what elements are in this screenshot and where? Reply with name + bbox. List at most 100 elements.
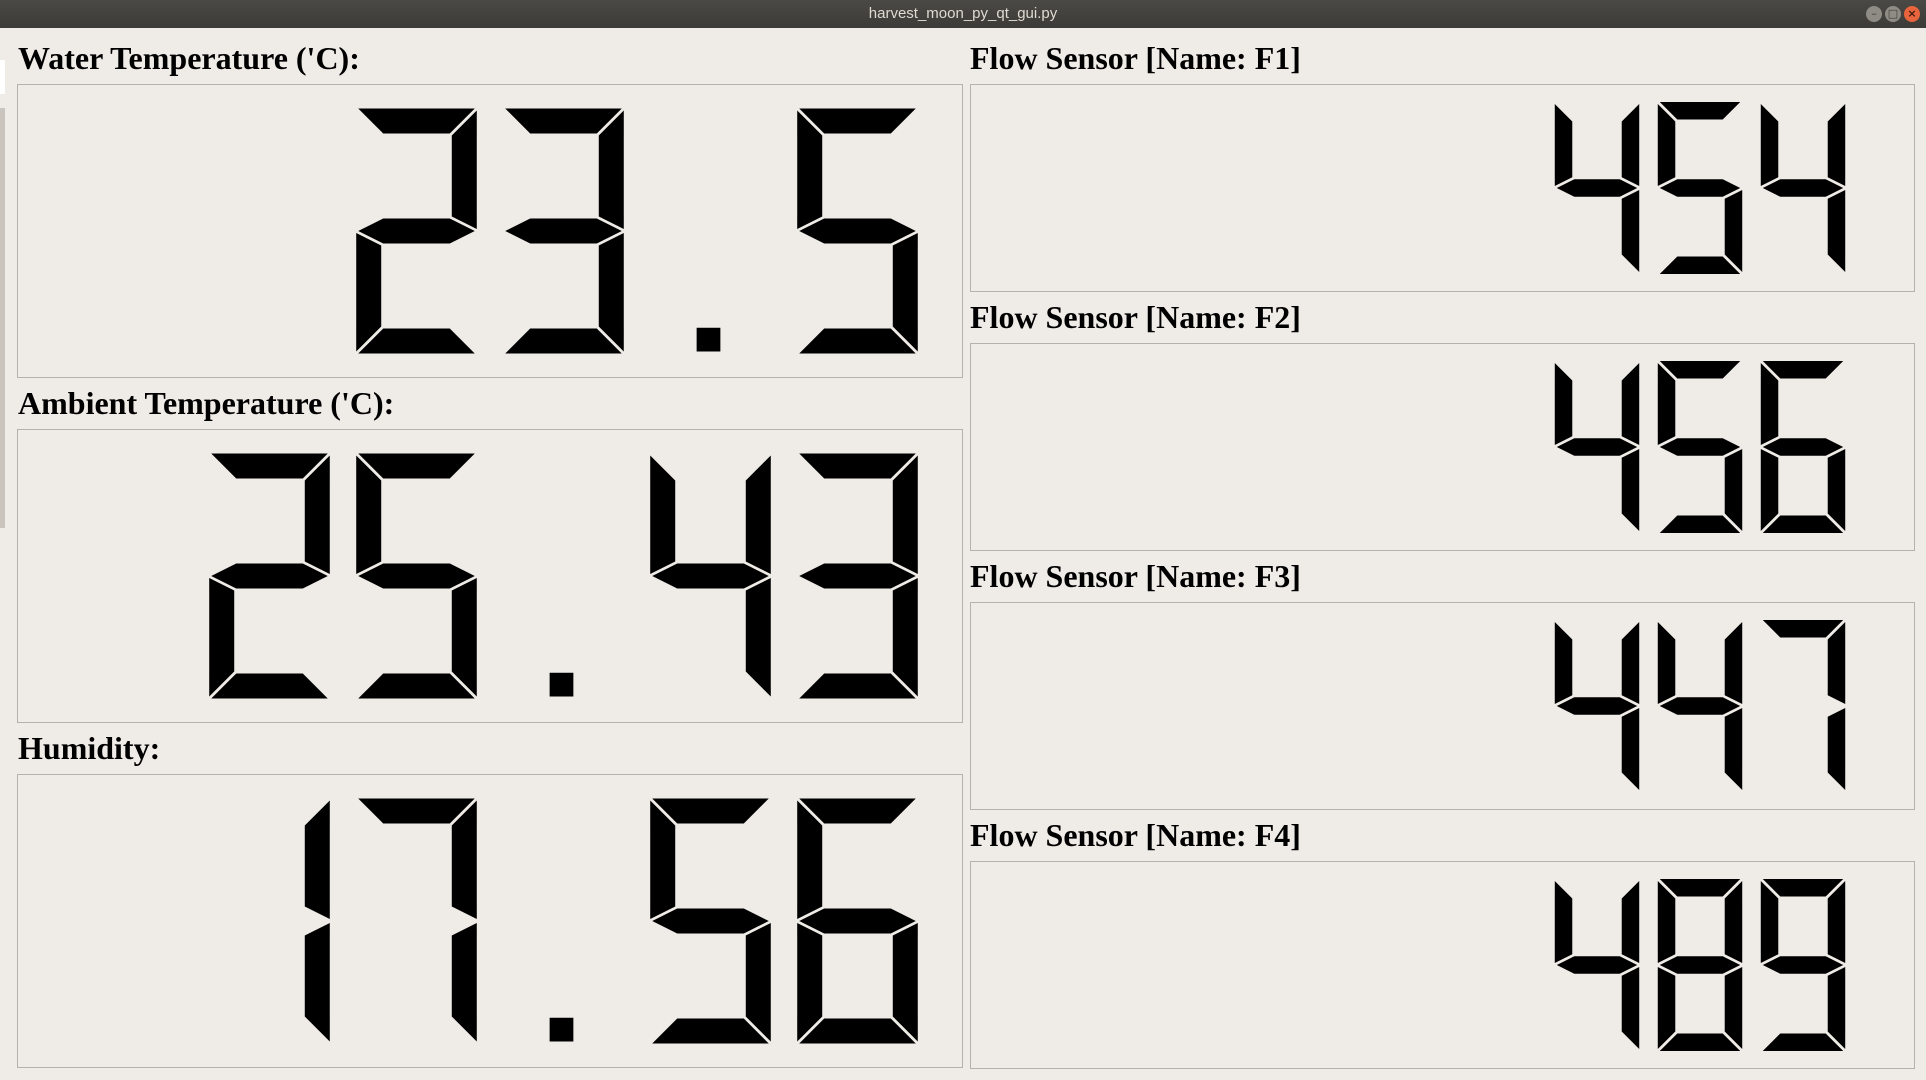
segment-a	[1659, 102, 1741, 120]
segment-a	[799, 453, 916, 479]
segment-b	[1724, 881, 1743, 963]
segment-f	[650, 455, 676, 574]
segment-b	[1621, 104, 1640, 186]
segment-c	[1621, 708, 1640, 790]
segment-c	[892, 578, 918, 697]
segment-c	[451, 578, 477, 697]
segment-a	[358, 798, 475, 824]
segment-a	[1762, 620, 1844, 638]
segment-g	[1659, 956, 1741, 974]
lcd-digit	[505, 108, 624, 354]
humidity-lcd	[17, 774, 963, 1068]
segment-f	[1657, 104, 1676, 186]
segment-d	[505, 328, 622, 354]
segment-c	[1724, 449, 1743, 531]
lcd-decimal-point	[549, 1017, 574, 1042]
segment-c	[745, 578, 771, 697]
segment-a	[799, 108, 916, 134]
segment-e	[1760, 449, 1779, 531]
lcd-digit	[799, 453, 918, 699]
segment-g	[1659, 438, 1741, 456]
segment-b	[745, 455, 771, 574]
window-titlebar[interactable]: harvest_moon_py_qt_gui.py – □ ×	[0, 0, 1926, 28]
segment-c	[892, 923, 918, 1042]
segment-c	[1827, 190, 1846, 272]
lcd-digit	[1657, 361, 1743, 533]
lcd-digit	[1760, 104, 1846, 272]
segment-g	[505, 218, 622, 244]
lcd-digits	[209, 453, 918, 699]
segment-b	[1621, 622, 1640, 704]
flow-sensor-f4-lcd	[970, 861, 1915, 1069]
segment-d	[358, 328, 475, 354]
segment-g	[1556, 956, 1638, 974]
lcd-digit	[650, 798, 771, 1044]
segment-g	[1762, 179, 1844, 197]
segment-b	[1827, 622, 1846, 704]
lcd-digit	[356, 108, 477, 354]
lcd-digit	[1762, 620, 1846, 790]
segment-d	[358, 673, 475, 699]
segment-d	[1762, 1033, 1844, 1051]
lcd-digits	[1554, 620, 1846, 790]
segment-b	[1827, 881, 1846, 963]
flow-sensor-f2-label: Flow Sensor [Name: F2]	[970, 299, 1301, 335]
segment-d	[652, 1018, 769, 1044]
segment-b	[451, 800, 477, 919]
segment-f	[356, 455, 382, 574]
segment-f	[1760, 104, 1779, 186]
minimize-icon[interactable]: –	[1866, 6, 1882, 22]
segment-g	[652, 563, 769, 589]
lcd-digit	[650, 455, 771, 697]
segment-b	[1827, 104, 1846, 186]
segment-b	[451, 110, 477, 229]
segment-f	[1657, 622, 1676, 704]
segment-c	[1724, 190, 1743, 272]
lcd-digit	[1657, 102, 1743, 274]
water-temperature-lcd	[17, 84, 963, 378]
lcd-decimal-point	[549, 672, 574, 697]
segment-g	[358, 563, 475, 589]
segment-g	[1762, 956, 1844, 974]
segment-f	[1554, 363, 1573, 445]
window-edge-strip	[0, 108, 5, 528]
segment-b	[892, 455, 918, 574]
segment-b	[1621, 881, 1640, 963]
segment-d	[1659, 1033, 1741, 1051]
segment-c	[1827, 449, 1846, 531]
segment-c	[304, 923, 330, 1042]
flow-sensor-f3-label: Flow Sensor [Name: F3]	[970, 558, 1301, 594]
segment-b	[598, 110, 624, 229]
maximize-icon[interactable]: □	[1885, 6, 1901, 22]
segment-g	[1659, 179, 1741, 197]
lcd-digit	[1554, 104, 1640, 272]
segment-b	[304, 455, 330, 574]
segment-c	[451, 923, 477, 1042]
humidity-label: Humidity:	[18, 730, 161, 766]
lcd-decimal-point	[696, 327, 721, 352]
segment-g	[358, 218, 475, 244]
lcd-digit	[1657, 879, 1743, 1051]
segment-g	[799, 908, 916, 934]
segment-b	[1724, 622, 1743, 704]
segment-a	[652, 798, 769, 824]
lcd-digits	[1554, 102, 1846, 274]
lcd-digit	[797, 798, 918, 1044]
segment-a	[211, 453, 328, 479]
flow-sensor-f1-lcd	[970, 84, 1915, 292]
segment-d	[1762, 515, 1844, 533]
segment-f	[797, 800, 823, 919]
segment-g	[1762, 438, 1844, 456]
water-temperature-label: Water Temperature ('C):	[18, 40, 360, 76]
segment-f	[1760, 363, 1779, 445]
segment-d	[799, 1018, 916, 1044]
segment-c	[892, 233, 918, 352]
close-icon[interactable]: ×	[1904, 6, 1920, 22]
segment-a	[1762, 361, 1844, 379]
lcd-digit	[797, 108, 918, 354]
segment-g	[211, 563, 328, 589]
segment-d	[1659, 256, 1741, 274]
flow-sensor-f2-lcd	[970, 343, 1915, 551]
segment-f	[1657, 881, 1676, 963]
lcd-digit	[1657, 622, 1743, 790]
